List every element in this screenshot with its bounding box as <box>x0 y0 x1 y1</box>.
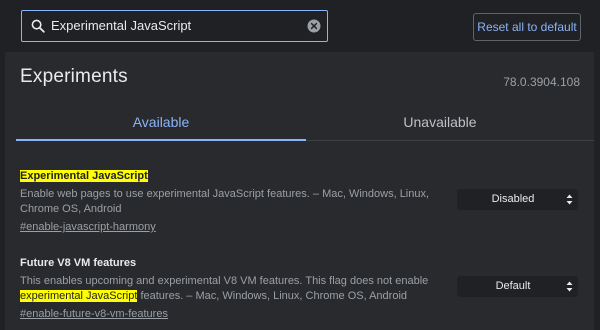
search-input[interactable] <box>51 17 301 35</box>
search-box[interactable] <box>21 10 328 42</box>
search-icon <box>31 19 45 33</box>
select-value: Default <box>495 280 531 292</box>
main-content: Experiments 78.0.3904.108 Available Unav… <box>5 52 594 330</box>
flag-state-select[interactable]: Default <box>457 276 578 297</box>
flags-page: Reset all to default Experiments 78.0.39… <box>0 0 600 330</box>
reset-all-button[interactable]: Reset all to default <box>473 13 581 41</box>
top-bar: Reset all to default <box>0 0 600 52</box>
tab-unavailable[interactable]: Unavailable <box>295 112 585 142</box>
description-text: features. – Mac, Windows, Linux, Chrome … <box>137 290 408 302</box>
flag-description: This enables upcoming and experimental V… <box>20 274 445 304</box>
description-text: This enables upcoming and experimental V… <box>20 275 429 287</box>
select-arrows-icon <box>566 281 573 292</box>
flag-link[interactable]: #enable-javascript-harmony <box>20 221 156 233</box>
tab-selected-indicator <box>16 139 306 141</box>
select-value: Disabled <box>491 193 535 205</box>
flag-name: Experimental JavaScript <box>20 169 445 183</box>
flag-item: Experimental JavaScript Enable web pages… <box>20 169 445 235</box>
tab-available[interactable]: Available <box>16 112 306 142</box>
flag-item: Future V8 VM features This enables upcom… <box>20 256 445 322</box>
flag-name: Future V8 VM features <box>20 257 137 269</box>
page-title: Experiments <box>20 66 128 87</box>
version-label: 78.0.3904.108 <box>503 75 580 89</box>
clear-icon[interactable] <box>307 19 321 33</box>
search-highlight: experimental JavaScript <box>20 290 138 302</box>
flag-description: Enable web pages to use experimental Jav… <box>20 188 430 215</box>
search-highlight: Experimental JavaScript <box>20 170 148 182</box>
select-arrows-icon <box>566 194 573 205</box>
flag-link[interactable]: #enable-future-v8-vm-features <box>20 308 168 320</box>
flag-state-select[interactable]: Disabled <box>457 189 578 210</box>
